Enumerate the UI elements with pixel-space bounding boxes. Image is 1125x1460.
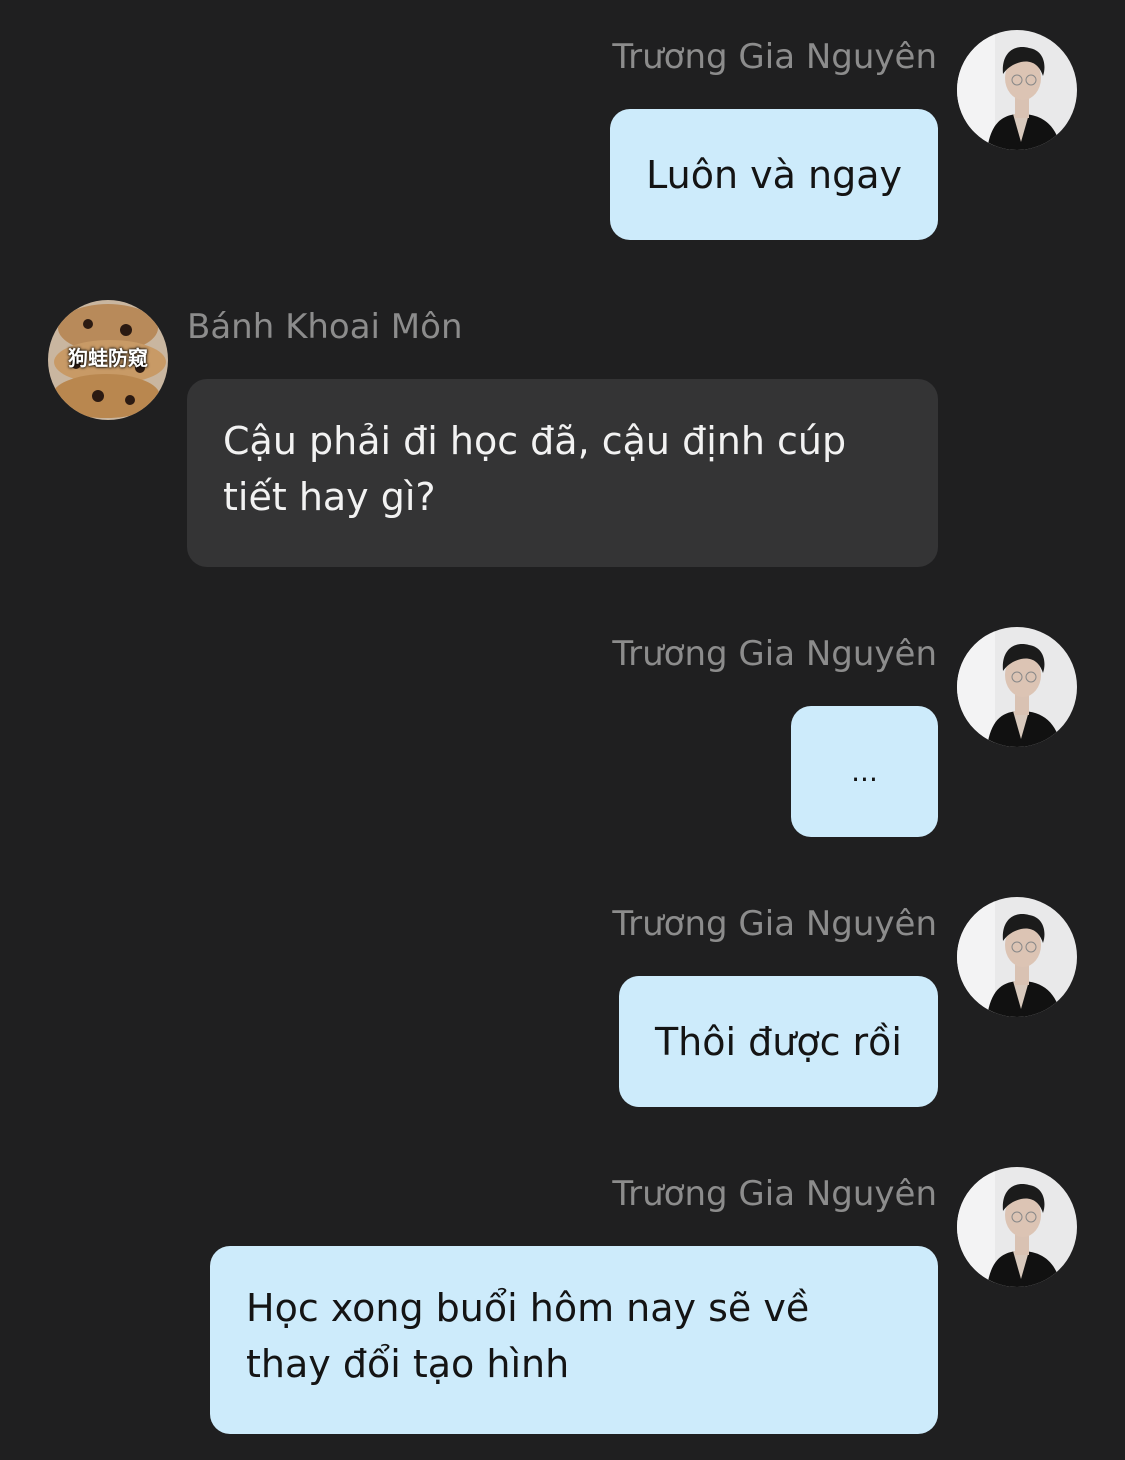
user-avatar-icon[interactable]: [957, 1167, 1077, 1287]
message-bubble[interactable]: Học xong buổi hôm nay sẽ về thay đổi tạo…: [210, 1246, 938, 1434]
message-text: ...: [851, 754, 878, 788]
sender-name: Trương Gia Nguyên: [612, 904, 937, 944]
message-bubble[interactable]: Luôn và ngay: [610, 109, 938, 240]
message-bubble[interactable]: Cậu phải đi học đã, cậu định cúp tiết ha…: [187, 379, 938, 567]
sender-name: Trương Gia Nguyên: [612, 634, 937, 674]
contact-avatar-icon[interactable]: 狗蛙防窥: [48, 300, 168, 420]
sender-name: Trương Gia Nguyên: [612, 37, 937, 77]
user-avatar-photo-icon: [957, 627, 1077, 747]
user-avatar-icon[interactable]: [957, 30, 1077, 150]
message-bubble[interactable]: ...: [791, 706, 938, 837]
message-text: Thôi được rồi: [654, 1019, 902, 1064]
message-text: Luôn và ngay: [646, 152, 902, 197]
avatar-watermark: 狗蛙防窥: [68, 346, 148, 370]
user-avatar-photo-icon: [957, 30, 1077, 150]
user-avatar-photo-icon: [957, 897, 1077, 1017]
message-text: Học xong buổi hôm nay sẽ về thay đổi tạo…: [246, 1286, 810, 1386]
user-avatar-icon[interactable]: [957, 897, 1077, 1017]
message-bubble[interactable]: Thôi được rồi: [618, 976, 938, 1107]
message-text: Cậu phải đi học đã, cậu định cúp tiết ha…: [223, 419, 847, 519]
user-avatar-icon[interactable]: [957, 627, 1077, 747]
user-avatar-photo-icon: [957, 1167, 1077, 1287]
sender-name: Trương Gia Nguyên: [612, 1174, 937, 1214]
sender-name: Bánh Khoai Môn: [187, 307, 463, 347]
